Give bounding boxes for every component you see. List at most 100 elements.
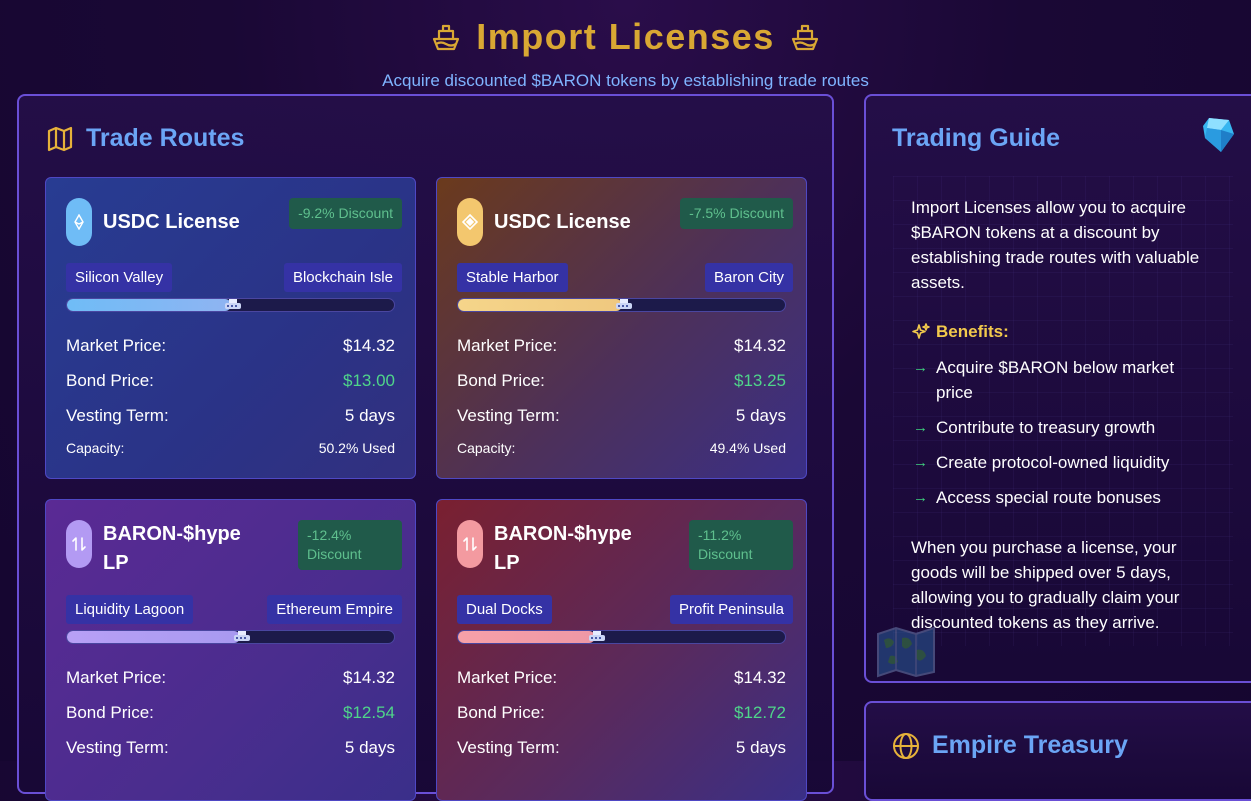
market-price-row: Market Price: $14.32 — [66, 336, 395, 356]
benefit-item: → Create protocol-owned liquidity — [913, 450, 1203, 475]
shipping-progress-bar — [66, 298, 395, 312]
arrow-right-icon: → — [913, 489, 928, 506]
market-price-value: $14.32 — [343, 336, 395, 355]
vesting-term-value: 5 days — [344, 738, 395, 757]
benefit-item: → Acquire $BARON below market price — [913, 355, 1203, 405]
license-card-lp-liquidity-lagoon[interactable]: BARON-$hype LP -12.4% Discount Liquidity… — [45, 499, 416, 801]
license-card-lp-dual-docks[interactable]: BARON-$hype LP -11.2% Discount Dual Dock… — [436, 499, 807, 801]
market-price-value: $14.32 — [343, 668, 395, 687]
diamond-icon — [457, 198, 483, 246]
globe-icon — [893, 732, 919, 759]
route-origin: Liquidity Lagoon — [66, 595, 194, 624]
shipping-progress-bar — [457, 630, 786, 644]
capacity-row: Capacity: 50.2% Used — [66, 440, 395, 456]
capacity-value: 49.4% Used — [709, 440, 786, 456]
bond-price-row: Bond Price: $12.54 — [66, 703, 395, 723]
discount-badge: -9.2% Discount — [289, 198, 402, 229]
benefit-item: → Access special route bonuses — [913, 485, 1203, 510]
bond-price-row: Bond Price: $12.72 — [457, 703, 786, 723]
benefit-text: Acquire $BARON below market price — [936, 358, 1175, 402]
capacity-row: Capacity: 49.4% Used — [457, 440, 786, 456]
license-name: BARON-$hype LP — [103, 523, 241, 574]
market-price-label: Market Price: — [457, 668, 558, 687]
world-map-icon — [877, 626, 935, 678]
discount-badge: -11.2% Discount — [689, 520, 793, 570]
progress-fill — [67, 299, 231, 311]
bond-price-value: $13.25 — [734, 371, 786, 390]
bond-price-value: $12.72 — [734, 703, 786, 722]
vesting-term-row: Vesting Term: 5 days — [66, 738, 395, 758]
ethereum-icon — [66, 198, 92, 246]
vesting-term-row: Vesting Term: 5 days — [457, 738, 786, 758]
vesting-term-label: Vesting Term: — [457, 406, 560, 425]
discount-badge: -7.5% Discount — [680, 198, 793, 229]
benefits-heading-text: Benefits: — [936, 322, 1009, 341]
benefits-heading: Benefits: — [911, 322, 1009, 342]
benefit-text: Access special route bonuses — [936, 488, 1161, 507]
ship-icon — [433, 24, 460, 51]
page-title: Import Licenses — [0, 16, 1251, 58]
progress-fill — [458, 299, 622, 311]
market-price-value: $14.32 — [734, 336, 786, 355]
capacity-label: Capacity: — [457, 440, 516, 456]
bond-price-value: $13.00 — [343, 371, 395, 390]
progress-fill — [67, 631, 241, 643]
vesting-term-value: 5 days — [735, 738, 786, 757]
guide-intro-text: Import Licenses allow you to acquire $BA… — [911, 198, 1200, 292]
page-subtitle: Acquire discounted $BARON tokens by esta… — [382, 71, 869, 90]
market-price-value: $14.32 — [734, 668, 786, 687]
empire-treasury-title: Empire Treasury — [892, 731, 1128, 760]
bond-price-value: $12.54 — [343, 703, 395, 722]
benefit-text: Contribute to treasury growth — [936, 418, 1156, 437]
vesting-term-value: 5 days — [344, 406, 395, 425]
vesting-term-label: Vesting Term: — [457, 738, 560, 757]
swap-arrows-icon — [66, 520, 92, 568]
bond-price-label: Bond Price: — [66, 703, 154, 722]
market-price-label: Market Price: — [66, 336, 167, 355]
arrow-right-icon: → — [913, 419, 928, 436]
vesting-term-label: Vesting Term: — [66, 406, 169, 425]
license-name: USDC License — [103, 211, 240, 233]
gem-icon — [1203, 118, 1234, 152]
ship-icon — [234, 631, 251, 641]
ship-icon — [791, 24, 818, 51]
vesting-term-row: Vesting Term: 5 days — [66, 406, 395, 426]
empire-treasury-title-text: Empire Treasury — [932, 731, 1128, 759]
discount-badge: -12.4% Discount — [298, 520, 402, 570]
bond-price-row: Bond Price: $13.00 — [66, 371, 395, 391]
shipping-progress-bar — [457, 298, 786, 312]
market-price-row: Market Price: $14.32 — [457, 336, 786, 356]
trading-guide-title-text: Trading Guide — [892, 124, 1061, 152]
capacity-value: 50.2% Used — [318, 440, 395, 456]
route-destination: Profit Peninsula — [669, 595, 793, 624]
benefit-item: → Contribute to treasury growth — [913, 415, 1203, 440]
license-name: USDC License — [494, 211, 631, 233]
route-origin: Dual Docks — [457, 595, 552, 624]
vesting-term-row: Vesting Term: 5 days — [457, 406, 786, 426]
route-destination: Blockchain Isle — [283, 263, 402, 292]
capacity-label: Capacity: — [66, 440, 125, 456]
route-origin: Silicon Valley — [66, 263, 173, 292]
bond-price-label: Bond Price: — [457, 371, 545, 390]
route-destination: Ethereum Empire — [267, 595, 402, 624]
ship-icon — [615, 299, 632, 309]
bond-price-label: Bond Price: — [457, 703, 545, 722]
empire-treasury-panel: Empire Treasury — [864, 701, 1251, 801]
trade-routes-title-text: Trade Routes — [86, 124, 245, 152]
benefit-text: Create protocol-owned liquidity — [936, 453, 1170, 472]
market-price-label: Market Price: — [457, 336, 558, 355]
trade-routes-title: Trade Routes — [46, 124, 244, 153]
page-title-text: Import Licenses — [476, 16, 775, 57]
trade-routes-panel: Trade Routes USDC License -9.2% Discount… — [17, 94, 834, 801]
market-price-row: Market Price: $14.32 — [457, 668, 786, 688]
swap-arrows-icon — [457, 520, 483, 568]
market-price-label: Market Price: — [66, 668, 167, 687]
arrow-right-icon: → — [913, 359, 928, 376]
route-destination: Baron City — [704, 263, 793, 292]
license-card-usdc-silicon-valley[interactable]: USDC License -9.2% Discount Silicon Vall… — [45, 177, 416, 479]
bond-price-row: Bond Price: $13.25 — [457, 371, 786, 391]
ship-icon — [224, 299, 241, 309]
trading-guide-title: Trading Guide — [892, 124, 1060, 153]
progress-fill — [458, 631, 596, 643]
license-card-usdc-stable-harbor[interactable]: USDC License -7.5% Discount Stable Harbo… — [436, 177, 807, 479]
